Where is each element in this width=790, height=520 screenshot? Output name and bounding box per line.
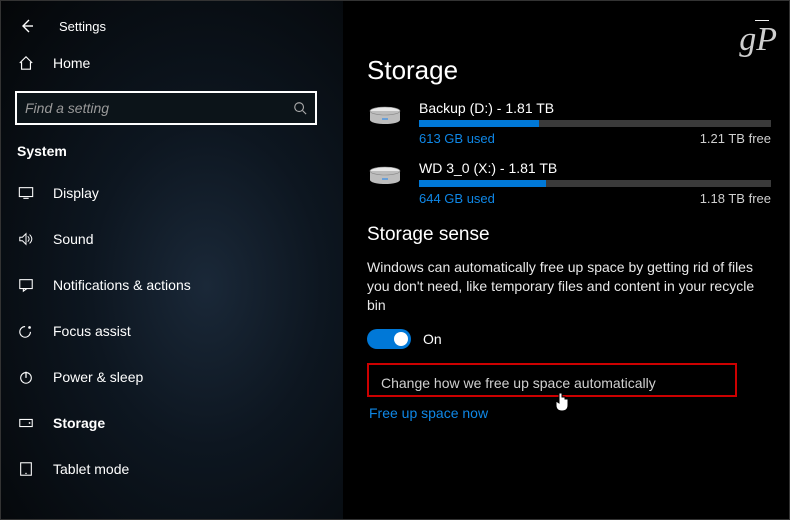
drive-usage-bar — [419, 120, 771, 127]
sidebar-home[interactable]: Home — [1, 43, 343, 83]
toggle-knob — [394, 332, 408, 346]
sidebar-item-notifications[interactable]: Notifications & actions — [1, 265, 343, 305]
drive-title: WD 3_0 (X:) - 1.81 TB — [419, 160, 771, 176]
drive-usage-fill — [419, 120, 539, 127]
drive-icon — [367, 162, 403, 190]
drive-row[interactable]: WD 3_0 (X:) - 1.81 TB 644 GB used 1.18 T… — [367, 160, 771, 206]
titlebar: Settings — [1, 9, 343, 43]
sound-icon — [17, 230, 35, 248]
drive-row[interactable]: Backup (D:) - 1.81 TB 613 GB used 1.21 T… — [367, 100, 771, 146]
toggle-state-label: On — [423, 331, 442, 347]
tablet-icon — [17, 460, 35, 478]
app-title: Settings — [59, 19, 106, 34]
sidebar-item-label: Power & sleep — [53, 369, 143, 385]
sidebar-item-label: Tablet mode — [53, 461, 129, 477]
sidebar-item-power[interactable]: Power & sleep — [1, 357, 343, 397]
arrow-left-icon — [19, 18, 35, 34]
sidebar-item-label: Storage — [53, 415, 105, 431]
change-free-space-highlight: Change how we free up space automaticall… — [367, 363, 737, 397]
focus-assist-icon — [17, 322, 35, 340]
cursor-icon — [553, 391, 571, 413]
sidebar-item-label: Notifications & actions — [53, 277, 191, 293]
sidebar-item-storage[interactable]: Storage — [1, 403, 343, 443]
page-title: Storage — [367, 1, 771, 100]
sidebar-home-label: Home — [53, 55, 90, 71]
drive-usage-fill — [419, 180, 546, 187]
sidebar-item-label: Display — [53, 185, 99, 201]
main-panel: — gP Storage Backup (D:) - 1.81 TB 613 G… — [343, 1, 789, 519]
sidebar-item-display[interactable]: Display — [1, 173, 343, 213]
drive-used-link[interactable]: 644 GB used — [419, 191, 495, 206]
sidebar: Settings Home System Display — [1, 1, 343, 519]
search-input[interactable] — [25, 100, 285, 116]
drive-free-text: 1.18 TB free — [700, 191, 771, 206]
drive-usage-bar — [419, 180, 771, 187]
watermark: gP — [739, 21, 777, 59]
search-icon — [293, 101, 307, 115]
drive-body: Backup (D:) - 1.81 TB 613 GB used 1.21 T… — [419, 100, 771, 146]
power-icon — [17, 368, 35, 386]
sidebar-item-sound[interactable]: Sound — [1, 219, 343, 259]
drive-used-link[interactable]: 613 GB used — [419, 131, 495, 146]
home-icon — [17, 54, 35, 72]
search-container — [1, 83, 343, 133]
sidebar-category: System — [1, 133, 343, 169]
back-button[interactable] — [17, 16, 37, 36]
drive-title: Backup (D:) - 1.81 TB — [419, 100, 771, 116]
storage-icon — [17, 414, 35, 432]
drive-body: WD 3_0 (X:) - 1.81 TB 644 GB used 1.18 T… — [419, 160, 771, 206]
storage-sense-toggle-row: On — [367, 329, 771, 349]
sidebar-nav: Display Sound Notifications & actions Fo… — [1, 173, 343, 489]
sidebar-item-label: Focus assist — [53, 323, 131, 339]
storage-sense-toggle[interactable] — [367, 329, 411, 349]
sidebar-item-focus[interactable]: Focus assist — [1, 311, 343, 351]
storage-sense-heading: Storage sense — [367, 224, 771, 246]
drive-free-text: 1.21 TB free — [700, 131, 771, 146]
display-icon — [17, 184, 35, 202]
drive-icon — [367, 102, 403, 130]
search-box[interactable] — [15, 91, 317, 125]
sidebar-item-label: Sound — [53, 231, 93, 247]
notifications-icon — [17, 276, 35, 294]
sidebar-item-tablet[interactable]: Tablet mode — [1, 449, 343, 489]
storage-sense-description: Windows can automatically free up space … — [367, 258, 757, 315]
change-free-space-link[interactable]: Change how we free up space automaticall… — [381, 375, 723, 391]
